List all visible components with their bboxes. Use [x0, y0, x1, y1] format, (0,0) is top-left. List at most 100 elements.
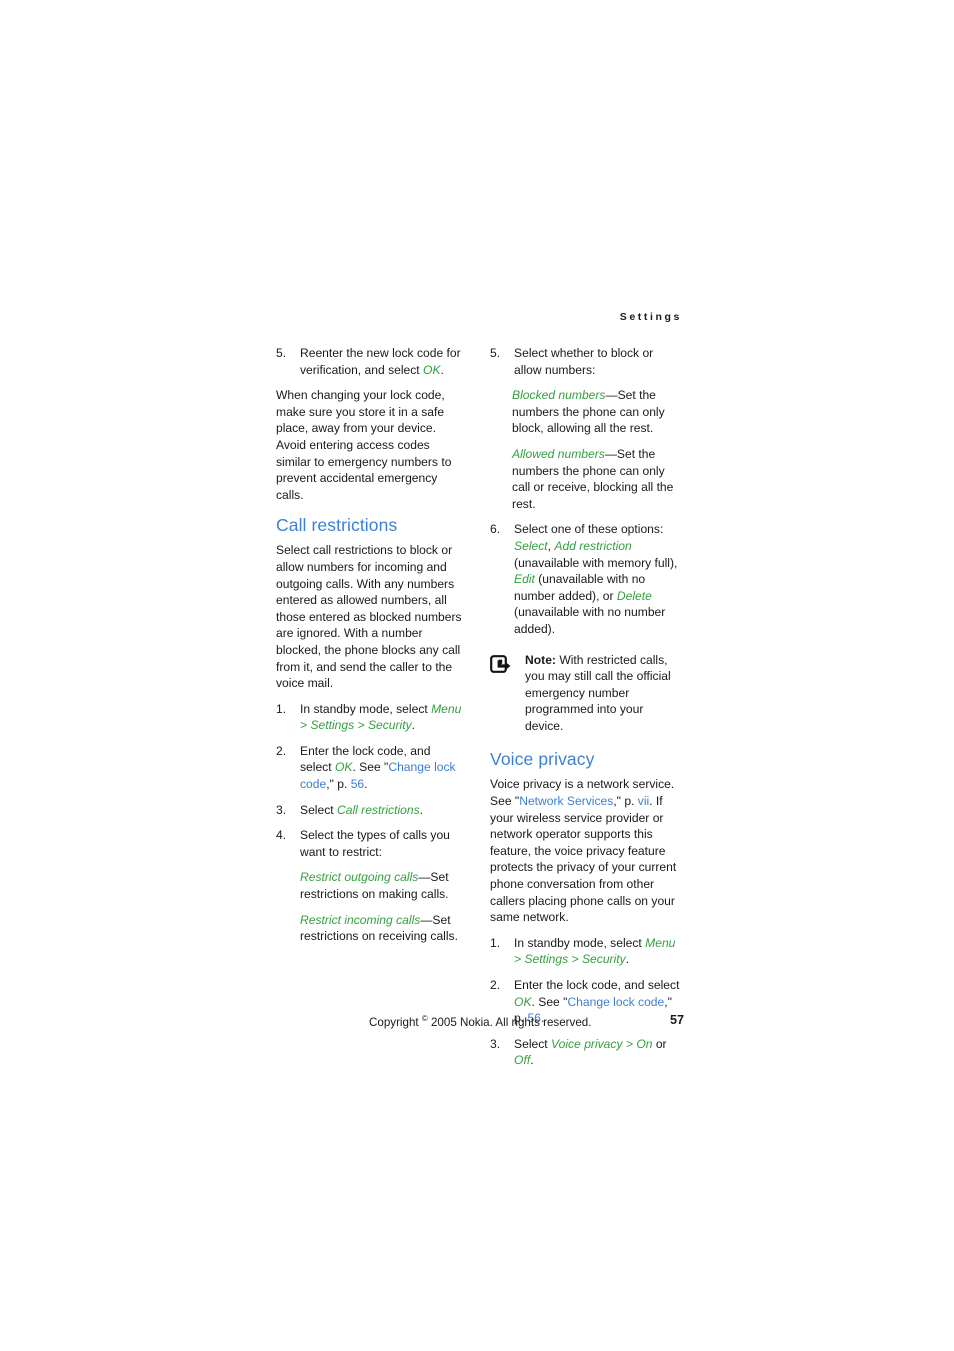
paragraph-seg: ," p.	[613, 794, 638, 809]
ui-term-add-restriction: Add restriction	[554, 538, 632, 553]
list-item: 5. Select whether to block or allow numbe…	[490, 345, 684, 378]
page-reference-link-56[interactable]: 56	[351, 777, 364, 791]
definition-restrict-outgoing-calls: Restrict outgoing calls—Set restrictions…	[300, 869, 463, 902]
heading-call-restrictions: Call restrictions	[276, 515, 398, 536]
step-seg: >	[300, 718, 311, 733]
copyright-rest: 2005 Nokia. All rights reserved.	[427, 1015, 592, 1029]
step-seg: Enter the lock code, and select	[514, 978, 680, 992]
step-text: Select whether to block or allow numbers…	[514, 346, 654, 377]
step-seg: Select	[514, 1036, 552, 1051]
right-step-list-options: 6. Select one of these options: Select, A…	[490, 521, 684, 637]
step-seg: .	[419, 802, 424, 817]
definition-restrict-incoming-calls: Restrict incoming calls—Set restrictions…	[300, 912, 463, 945]
step-number: 1.	[490, 935, 501, 950]
step-text-after: .	[440, 362, 444, 377]
step-seg: >	[568, 952, 582, 967]
paragraph-call-restrictions: Select call restrictions to block or all…	[276, 543, 462, 691]
step-seg: >	[354, 718, 368, 733]
definition-dash: —	[420, 912, 433, 927]
right-column: 5. Select whether to block or allow numbe…	[490, 345, 684, 1069]
definition-allowed-numbers: Allowed numbers—Set the numbers the phon…	[512, 446, 684, 512]
list-item: 2. Enter the lock code, and select OK. Se…	[276, 743, 463, 793]
list-item: 1. In standby mode, select Menu > Setting…	[490, 935, 684, 968]
list-item: 4. Select the types of calls you want to …	[276, 827, 463, 860]
ui-term-ok: OK	[334, 760, 353, 775]
ui-term-restrict-outgoing-calls: Restrict outgoing calls	[300, 870, 419, 885]
ui-term-select: Select	[514, 538, 548, 553]
step-seg: .	[364, 777, 368, 792]
heading-voice-privacy: Voice privacy	[490, 749, 595, 770]
step-seg: In standby mode, select	[514, 935, 646, 950]
step-seg: .	[625, 952, 630, 967]
paragraph-seg: . If your wireless service provider or n…	[490, 794, 677, 925]
ui-term-edit: Edit	[514, 572, 535, 587]
step-number: 4.	[276, 828, 287, 843]
note-pointer-icon	[490, 652, 520, 735]
right-step-list-continued: 5. Select whether to block or allow numbe…	[490, 345, 684, 378]
ui-term-ok: OK	[514, 994, 532, 1009]
step-number: 5.	[276, 346, 287, 360]
ui-term-security: Security	[581, 952, 626, 967]
definition-dash: —	[604, 446, 617, 461]
manual-page: Settings 5. Reenter the new lock code for…	[0, 0, 954, 1351]
list-item: 1. In standby mode, select Menu > Setting…	[276, 701, 463, 734]
step-number: 6.	[490, 522, 501, 537]
step-seg: In standby mode, select	[300, 701, 432, 716]
copyright-prefix: Copyright	[369, 1015, 422, 1029]
ui-term-delete: Delete	[616, 588, 652, 603]
step-seg: ," p.	[326, 777, 351, 792]
note-text: Note: With restricted calls, you may sti…	[520, 652, 684, 735]
paragraph-lock-code-advice: When changing your lock code, make sure …	[276, 388, 452, 502]
right-step-list-voice-privacy: 1. In standby mode, select Menu > Setting…	[490, 935, 684, 1069]
step-number: 2.	[276, 743, 287, 758]
paragraph-voice-privacy: Voice privacy is a network service. See …	[490, 776, 684, 925]
page-reference-link-vii[interactable]: vii	[638, 794, 649, 808]
ui-term-blocked-numbers: Blocked numbers	[512, 388, 606, 403]
list-item: 3. Select Call restrictions.	[276, 802, 463, 819]
step-seg: Select one of these options:	[514, 522, 664, 537]
ui-term-voice-privacy: Voice privacy	[551, 1036, 623, 1051]
step-seg: Select the types of calls you want to re…	[300, 828, 450, 859]
list-item: 6. Select one of these options: Select, A…	[490, 521, 684, 637]
list-item: 3. Select Voice privacy > On or Off.	[490, 1036, 684, 1069]
ui-term-off: Off	[514, 1053, 531, 1068]
two-column-body: 5. Reenter the new lock code for verifica…	[276, 345, 684, 1069]
ui-term-call-restrictions: Call restrictions	[336, 802, 420, 817]
ui-term-restrict-incoming-calls: Restrict incoming calls	[300, 912, 421, 927]
left-column: 5. Reenter the new lock code for verifica…	[276, 345, 463, 1069]
step-seg: or	[652, 1036, 667, 1051]
ui-term-on: On	[636, 1036, 653, 1051]
definition-dash: —	[418, 870, 431, 885]
ui-term-settings: Settings	[310, 718, 355, 733]
left-step-list: 1. In standby mode, select Menu > Setting…	[276, 701, 463, 861]
step-number: 3.	[490, 1036, 501, 1051]
copyright-notice: Copyright © 2005 Nokia. All rights reser…	[369, 1014, 591, 1029]
step-seg: .	[411, 718, 415, 733]
step-seg: Select	[300, 802, 337, 817]
cross-reference-link-network-services[interactable]: Network Services	[519, 794, 613, 808]
step-seg: .	[530, 1053, 534, 1068]
cross-reference-link-change-lock-code[interactable]: Change lock code	[567, 995, 664, 1009]
step-seg: (unavailable with memory full),	[514, 555, 678, 570]
step-number: 2.	[490, 978, 501, 992]
page-number: 57	[669, 1013, 684, 1027]
definition-blocked-numbers: Blocked numbers—Set the numbers the phon…	[512, 387, 684, 437]
running-header: Settings	[619, 311, 682, 323]
list-item: 5. Reenter the new lock code for verifica…	[276, 345, 463, 378]
ui-term-menu: Menu	[431, 701, 462, 716]
ui-term-settings: Settings	[524, 952, 569, 967]
step-seg: . See "	[531, 994, 568, 1009]
ui-term-ok: OK	[423, 362, 441, 377]
definition-dash: —	[605, 388, 618, 403]
step-number: 5.	[490, 346, 501, 360]
ui-term-menu: Menu	[645, 935, 676, 950]
step-seg: >	[514, 952, 525, 967]
step-seg: . See "	[352, 760, 389, 775]
note-callout: Note: With restricted calls, you may sti…	[490, 652, 684, 735]
left-step-list-continued: 5. Reenter the new lock code for verifica…	[276, 345, 463, 378]
ui-term-allowed-numbers: Allowed numbers	[512, 446, 605, 461]
step-seg: >	[622, 1036, 637, 1051]
step-number: 3.	[276, 802, 287, 817]
step-number: 1.	[276, 701, 287, 716]
note-label: Note:	[525, 652, 556, 667]
